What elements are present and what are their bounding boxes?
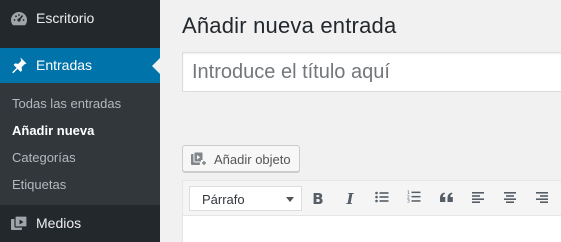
bullet-list-button[interactable] bbox=[370, 186, 394, 211]
sidebar-item-label: Entradas bbox=[36, 57, 93, 73]
sidebar-submenu-entradas: Todas las entradas Añadir nueva Categorí… bbox=[0, 83, 160, 205]
page-title: Añadir nueva entrada bbox=[182, 13, 397, 38]
sidebar-item-escritorio[interactable]: Escritorio bbox=[0, 0, 160, 38]
sidebar-item-medios[interactable]: Medios bbox=[0, 205, 160, 242]
numbered-list-button[interactable]: 1 2 3 bbox=[402, 186, 426, 211]
add-media-label: Añadir objeto bbox=[214, 152, 291, 167]
dashboard-icon bbox=[9, 9, 29, 29]
post-content-editor[interactable] bbox=[182, 215, 561, 242]
editor-toolbar: Párrafo B I 1 2 3 bbox=[182, 180, 561, 215]
admin-sidebar: Escritorio Entradas Todas las entradas A… bbox=[0, 0, 160, 242]
align-left-icon bbox=[471, 190, 485, 208]
main-content: Añadir nueva entrada Añadir objeto Párra… bbox=[160, 0, 561, 242]
media-icon bbox=[9, 213, 29, 233]
sidebar-item-entradas[interactable]: Entradas bbox=[0, 48, 160, 83]
align-right-icon bbox=[535, 190, 549, 208]
post-title-input[interactable] bbox=[182, 52, 561, 92]
sidebar-item-label: Escritorio bbox=[36, 10, 95, 26]
submenu-item-categorias[interactable]: Categorías bbox=[12, 150, 76, 165]
bold-button[interactable]: B bbox=[306, 186, 330, 211]
wp-admin-editor: Escritorio Entradas Todas las entradas A… bbox=[0, 0, 561, 242]
italic-button[interactable]: I bbox=[338, 186, 362, 211]
bullet-list-icon bbox=[375, 190, 389, 208]
sidebar-item-label: Medios bbox=[36, 215, 82, 231]
align-left-button[interactable] bbox=[466, 186, 490, 211]
numbered-list-icon: 1 2 3 bbox=[407, 190, 421, 208]
bold-icon: B bbox=[312, 189, 324, 208]
svg-text:3: 3 bbox=[407, 198, 410, 202]
submenu-item-etiquetas[interactable]: Etiquetas bbox=[12, 177, 66, 192]
pin-icon bbox=[9, 55, 29, 75]
add-media-button[interactable]: Añadir objeto bbox=[182, 145, 300, 172]
format-select-value: Párrafo bbox=[202, 192, 245, 207]
blockquote-icon bbox=[439, 190, 454, 208]
chevron-down-icon bbox=[286, 197, 294, 202]
align-center-button[interactable] bbox=[498, 186, 522, 211]
submenu-item-todas-las-entradas[interactable]: Todas las entradas bbox=[12, 96, 121, 111]
add-media-icon bbox=[190, 151, 208, 167]
format-select[interactable]: Párrafo bbox=[189, 186, 302, 211]
italic-icon: I bbox=[346, 189, 354, 208]
blockquote-button[interactable] bbox=[434, 186, 458, 211]
submenu-item-anadir-nueva[interactable]: Añadir nueva bbox=[12, 123, 94, 138]
align-right-button[interactable] bbox=[530, 186, 554, 211]
current-menu-arrow bbox=[152, 58, 160, 74]
align-center-icon bbox=[503, 190, 517, 208]
